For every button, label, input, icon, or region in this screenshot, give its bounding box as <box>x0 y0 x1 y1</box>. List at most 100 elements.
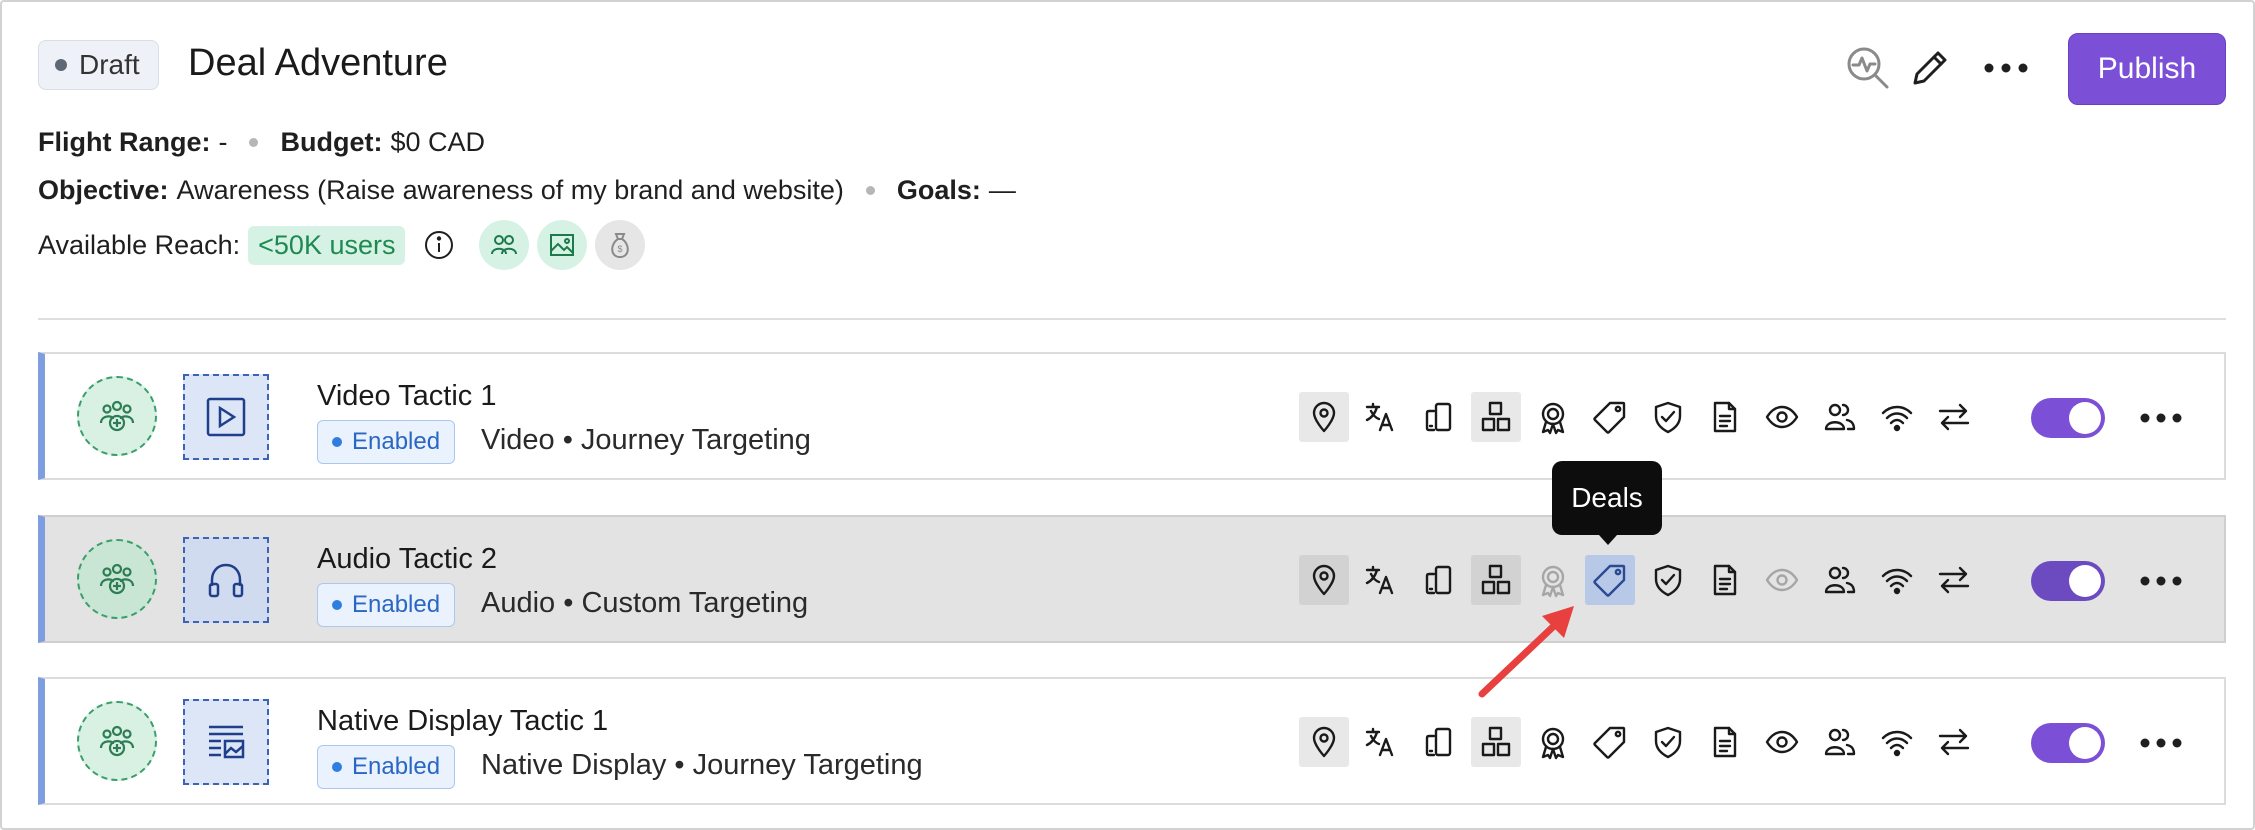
audience-people-icon[interactable] <box>1815 555 1865 605</box>
enabled-status-badge: Enabled <box>317 583 456 627</box>
tactic-toggle[interactable] <box>2031 398 2105 438</box>
more-horizontal-icon[interactable] <box>1978 40 2034 96</box>
swap-arrows-icon[interactable] <box>1929 555 1979 605</box>
toggle-knob <box>2069 402 2101 434</box>
status-dot <box>55 59 67 71</box>
more-horizontal-icon[interactable] <box>2133 561 2189 601</box>
enabled-status-badge: Enabled <box>317 420 456 464</box>
audience-people-icon[interactable] <box>1815 392 1865 442</box>
status-dot <box>332 600 342 610</box>
status-dot <box>332 437 342 447</box>
award-badge-icon[interactable] <box>1528 555 1578 605</box>
inventory-blocks-icon[interactable] <box>1470 555 1521 605</box>
reach-label: Available Reach: <box>38 229 241 260</box>
status-label: Enabled <box>352 591 441 618</box>
targeting-icons <box>1299 392 1987 444</box>
location-pin-icon[interactable] <box>1299 717 1349 767</box>
wifi-signal-icon[interactable] <box>1872 392 1922 442</box>
more-horizontal-icon[interactable] <box>2133 398 2189 438</box>
budget-value: $0 CAD <box>390 127 486 157</box>
swap-arrows-icon[interactable] <box>1929 717 1979 767</box>
language-icon[interactable] <box>1356 555 1406 605</box>
budget-label: Budget: <box>280 127 383 157</box>
devices-icon[interactable] <box>1414 717 1464 767</box>
devices-icon[interactable] <box>1414 392 1464 442</box>
award-badge-icon[interactable] <box>1528 392 1578 442</box>
tactic-row[interactable]: Native Display Tactic 1 Enabled Native D… <box>38 677 2226 805</box>
headphones-icon[interactable] <box>183 537 269 623</box>
reach-value-pill: <50K users <box>248 225 406 265</box>
available-reach-line: Available Reach: <50K users $ <box>38 220 646 270</box>
location-pin-icon[interactable] <box>1299 392 1349 442</box>
status-dot <box>332 762 342 772</box>
document-icon[interactable] <box>1700 392 1750 442</box>
document-icon[interactable] <box>1700 555 1750 605</box>
eye-icon[interactable] <box>1757 555 1807 605</box>
native-display-icon[interactable] <box>183 699 269 785</box>
audience-targeting-icon[interactable] <box>77 701 157 781</box>
audience-people-icon[interactable] <box>1815 717 1865 767</box>
draft-status-badge: Draft <box>38 40 159 90</box>
location-pin-icon[interactable] <box>1299 555 1349 605</box>
deals-tag-icon[interactable] <box>1585 392 1635 442</box>
eye-icon[interactable] <box>1757 717 1807 767</box>
tactic-description: Audio • Custom Targeting <box>481 587 809 619</box>
brand-safety-shield-icon[interactable] <box>1643 717 1693 767</box>
goals-label: Goals: <box>896 175 981 205</box>
draft-status-label: Draft <box>79 49 140 80</box>
wifi-signal-icon[interactable] <box>1872 555 1922 605</box>
separator-dot <box>865 186 875 195</box>
enabled-status-badge: Enabled <box>317 745 456 789</box>
video-play-icon[interactable] <box>183 374 269 460</box>
status-label: Enabled <box>352 428 441 455</box>
language-icon[interactable] <box>1356 392 1406 442</box>
audience-icon[interactable] <box>479 220 530 270</box>
toggle-knob <box>2069 727 2101 759</box>
language-icon[interactable] <box>1356 717 1406 767</box>
deals-tag-icon[interactable] <box>1585 717 1635 767</box>
objective-goals-line: Objective: Awareness (Raise awareness of… <box>38 175 1016 206</box>
objective-label: Objective: <box>38 175 169 205</box>
tactic-name[interactable]: Video Tactic 1 <box>317 380 497 413</box>
wifi-signal-icon[interactable] <box>1872 717 1922 767</box>
tactic-toggle[interactable] <box>2031 561 2105 601</box>
tactic-name[interactable]: Native Display Tactic 1 <box>317 705 608 738</box>
deals-tag-icon[interactable] <box>1585 555 1636 605</box>
swap-arrows-icon[interactable] <box>1929 392 1979 442</box>
inventory-blocks-icon[interactable] <box>1470 392 1521 442</box>
page-title: Deal Adventure <box>188 42 448 84</box>
award-badge-icon[interactable] <box>1528 717 1578 767</box>
flight-budget-line: Flight Range: - Budget: $0 CAD <box>38 127 485 158</box>
brand-safety-shield-icon[interactable] <box>1643 392 1693 442</box>
toggle-knob <box>2069 565 2101 597</box>
separator-dot <box>249 138 259 147</box>
goals-value: — <box>988 175 1016 205</box>
pencil-icon[interactable] <box>1902 40 1958 96</box>
section-divider <box>38 318 2226 320</box>
tactic-row[interactable]: Video Tactic 1 Enabled Video • Journey T… <box>38 352 2226 480</box>
tactic-name[interactable]: Audio Tactic 2 <box>317 543 497 576</box>
info-icon[interactable] <box>423 229 455 261</box>
inventory-blocks-icon[interactable] <box>1470 717 1521 767</box>
tactic-toggle[interactable] <box>2031 723 2105 763</box>
tactic-description: Native Display • Journey Targeting <box>481 749 923 781</box>
image-icon[interactable] <box>537 220 588 270</box>
brand-safety-shield-icon[interactable] <box>1643 555 1693 605</box>
flight-range-value: - <box>218 127 228 157</box>
status-label: Enabled <box>352 753 441 780</box>
more-horizontal-icon[interactable] <box>2133 723 2189 763</box>
annotation-arrow <box>1478 606 1574 698</box>
audience-targeting-icon[interactable] <box>77 376 157 456</box>
publish-button[interactable]: Publish <box>2068 33 2226 105</box>
targeting-icons <box>1299 555 1987 607</box>
tactic-row[interactable]: Audio Tactic 2 Enabled Audio • Custom Ta… <box>38 515 2226 643</box>
devices-icon[interactable] <box>1414 555 1464 605</box>
money-bag-icon[interactable]: $ <box>595 220 646 270</box>
document-icon[interactable] <box>1700 717 1750 767</box>
svg-text:$: $ <box>618 244 623 254</box>
eye-icon[interactable] <box>1757 392 1807 442</box>
audience-targeting-icon[interactable] <box>77 539 157 619</box>
flight-range-label: Flight Range: <box>38 127 211 157</box>
analytics-search-icon[interactable] <box>1840 40 1896 96</box>
tactic-description: Video • Journey Targeting <box>481 424 811 456</box>
